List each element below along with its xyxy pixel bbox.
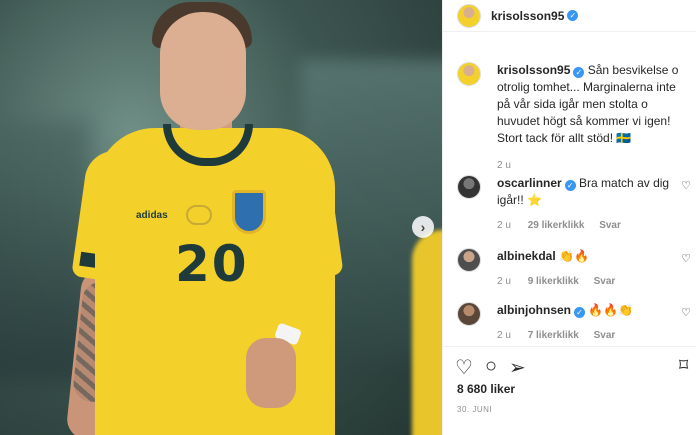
comment-likes[interactable]: 9 likerklikk (528, 276, 579, 287)
comment-username[interactable]: albinjohnsen (497, 303, 571, 317)
reply-button[interactable]: Svar (594, 330, 616, 341)
post-header: krisolsson95 ✓ (443, 0, 696, 32)
comment-body: albinjohnsen ✓ 🔥🔥👏 2 u 7 likerklikk Svar (497, 302, 687, 344)
avatar[interactable] (457, 62, 481, 86)
player-hand (246, 338, 296, 408)
comment-username[interactable]: albinekdal (497, 249, 556, 263)
comment-body: oscarlinner ✓ Bra match av dig igår!! ⭐ 2… (497, 175, 687, 234)
caption-body: krisolsson95 ✓ Sån besvikelse o otrolig t… (497, 62, 687, 174)
background-player (412, 230, 442, 435)
reply-button[interactable]: Svar (594, 276, 616, 287)
comment-likes[interactable]: 7 likerklikk (528, 330, 579, 341)
verified-icon: ✓ (567, 10, 579, 21)
heart-icon[interactable]: ♡ (681, 252, 691, 265)
author-username[interactable]: krisolsson95 (491, 9, 564, 23)
verified-icon: ✓ (564, 180, 576, 191)
likes-count[interactable]: 8 680 liker (457, 382, 515, 396)
verified-icon: ✓ (574, 307, 586, 318)
verified-icon: ✓ (573, 67, 585, 78)
comment-age[interactable]: 2 u (497, 276, 511, 287)
avatar[interactable] (457, 3, 481, 28)
comment-likes[interactable]: 29 likerklikk (528, 220, 585, 231)
avatar[interactable] (457, 248, 481, 272)
action-bar: ♡ ○ ➢ ⌑ (443, 346, 696, 379)
post-date[interactable]: 30. JUNI (457, 405, 492, 414)
share-icon[interactable]: ➢ (509, 355, 526, 380)
chevron-right-icon: › (420, 219, 426, 235)
comment-age[interactable]: 2 u (497, 330, 511, 341)
next-photo-button[interactable]: › (412, 216, 434, 238)
comments-list[interactable]: krisolsson95 ✓ Sån besvikelse o otrolig t… (443, 32, 696, 344)
comment-icon[interactable]: ○ (485, 355, 497, 380)
post-photo[interactable]: adidas 20 › (0, 0, 442, 435)
jersey-number: 20 (175, 235, 249, 293)
post-sidebar: krisolsson95 ✓ krisolsson95 ✓ Sån besvike… (442, 0, 696, 435)
comment-text: 👏🔥 (559, 249, 589, 263)
player-head (160, 12, 246, 130)
action-icons: ♡ ○ ➢ (455, 355, 526, 380)
avatar[interactable] (457, 302, 481, 326)
comment-body: albinekdal 👏🔥 2 u 9 likerklikk Svar (497, 248, 687, 290)
sponsor-logo: adidas (136, 210, 168, 221)
team-crest (232, 190, 266, 234)
comment-username[interactable]: oscarlinner (497, 176, 562, 190)
bookmark-icon[interactable]: ⌑ (679, 355, 688, 376)
comment-meta: 2 u 9 likerklikk Svar (497, 273, 687, 290)
comment-meta: 2 u 29 likerklikk Svar (497, 217, 687, 234)
caption-meta: 2 u (497, 157, 687, 174)
comment-meta: 2 u 7 likerklikk Svar (497, 327, 687, 344)
comment-age[interactable]: 2 u (497, 220, 511, 231)
caption-age[interactable]: 2 u (497, 160, 511, 171)
jersey-patch (186, 205, 212, 225)
caption-username[interactable]: krisolsson95 (497, 63, 570, 77)
avatar[interactable] (457, 175, 481, 199)
heart-icon[interactable]: ♡ (681, 179, 691, 192)
heart-icon[interactable]: ♡ (681, 306, 691, 319)
reply-button[interactable]: Svar (599, 220, 621, 231)
heart-icon[interactable]: ♡ (455, 355, 473, 380)
comment-text: 🔥🔥👏 (588, 303, 634, 317)
